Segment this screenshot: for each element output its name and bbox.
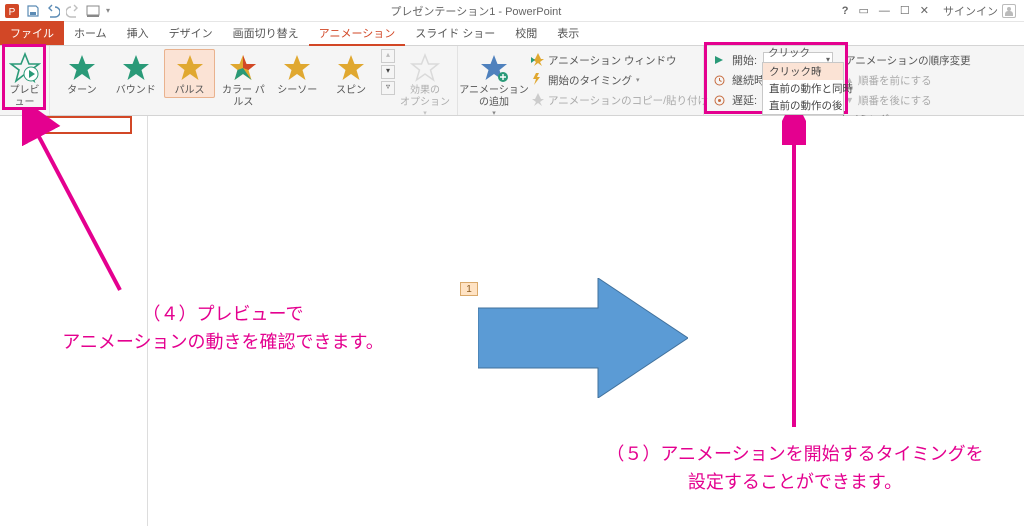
star-multicolor-icon bbox=[227, 52, 259, 84]
effect-seesaw[interactable]: シーソー bbox=[271, 49, 323, 98]
group-preview: プレビュー ▾ プレビュー bbox=[0, 46, 50, 115]
tab-home[interactable]: ホーム bbox=[64, 21, 117, 45]
gallery-up-icon[interactable]: ▴ bbox=[381, 49, 395, 63]
minimize-icon[interactable]: — bbox=[879, 5, 890, 17]
move-later-button: ▼ 順番を後にする bbox=[845, 91, 971, 109]
reorder-title: アニメーションの順序変更 bbox=[845, 51, 971, 69]
note-4: （４）プレビューで アニメーションの動きを確認できます。 bbox=[38, 300, 408, 356]
ribbon-display-options-icon[interactable]: ▭ bbox=[859, 4, 869, 17]
start-dropdown[interactable]: クリック時 直前の動作と同時 直前の動作の後 bbox=[762, 62, 844, 115]
tab-transitions[interactable]: 画面切り替え bbox=[223, 21, 309, 45]
triangle-down-icon: ▼ bbox=[845, 95, 854, 105]
star-icon bbox=[174, 52, 206, 84]
add-star-icon bbox=[478, 52, 510, 84]
tab-slideshow[interactable]: スライド ショー bbox=[405, 21, 505, 45]
tab-view[interactable]: 表示 bbox=[547, 21, 589, 45]
dropdown-option[interactable]: 直前の動作と同時 bbox=[763, 80, 843, 97]
gallery-scroll: ▴ ▾ ▿ bbox=[381, 49, 395, 95]
animation-order-tag[interactable]: 1 bbox=[460, 282, 478, 296]
star-icon bbox=[66, 52, 98, 84]
sign-in-label: サインイン bbox=[943, 3, 998, 19]
sign-in-link[interactable]: サインイン bbox=[943, 3, 1016, 19]
effect-color-pulse[interactable]: カラー パルス bbox=[217, 49, 269, 110]
tab-insert[interactable]: 挿入 bbox=[117, 21, 159, 45]
group-advanced: アニメーション の追加 ▾ アニメーション ウィンドウ 開始のタイミング ▾ ア… bbox=[458, 46, 704, 115]
undo-icon[interactable] bbox=[46, 4, 60, 18]
gallery-more-icon[interactable]: ▿ bbox=[381, 81, 395, 95]
star-icon bbox=[281, 52, 313, 84]
add-animation-button[interactable]: アニメーション の追加 ▾ bbox=[462, 49, 526, 118]
tab-file-label: ファイル bbox=[10, 25, 54, 41]
ribbon: プレビュー ▾ プレビュー ターン バウンド パルス bbox=[0, 46, 1024, 116]
pane-icon bbox=[530, 52, 544, 69]
animation-painter-button: アニメーションのコピー/貼り付け bbox=[530, 91, 708, 109]
quick-access-toolbar: P ▾ bbox=[0, 3, 110, 19]
effect-turn[interactable]: ターン bbox=[56, 49, 108, 98]
animation-pane-button[interactable]: アニメーション ウィンドウ bbox=[530, 51, 708, 69]
close-icon[interactable]: ✕ bbox=[920, 4, 929, 17]
move-earlier-button: ▲ 順番を前にする bbox=[845, 71, 971, 89]
effect-spin[interactable]: スピン bbox=[325, 49, 377, 98]
star-icon bbox=[120, 52, 152, 84]
tab-design[interactable]: デザイン bbox=[159, 21, 223, 45]
preview-button[interactable]: プレビュー ▾ bbox=[4, 49, 45, 118]
trigger-button[interactable]: 開始のタイミング ▾ bbox=[530, 71, 708, 89]
group-animation: ターン バウンド パルス カラー パルス シーソー bbox=[50, 46, 458, 115]
ribbon-tab-strip: ファイル ホーム 挿入 デザイン 画面切り替え アニメーション スライド ショー… bbox=[0, 22, 1024, 46]
title-bar: P ▾ プレゼンテーション1 - PowerPoint ? ▭ — ☐ ✕ サイ… bbox=[0, 0, 1024, 22]
trigger-icon bbox=[530, 72, 544, 89]
app-title: プレゼンテーション1 - PowerPoint bbox=[110, 3, 842, 19]
delay-icon bbox=[712, 95, 726, 106]
arrow-shape[interactable] bbox=[478, 278, 688, 401]
effect-bound[interactable]: バウンド bbox=[110, 49, 162, 98]
powerpoint-icon: P bbox=[4, 3, 20, 19]
help-icon[interactable]: ? bbox=[842, 5, 849, 17]
dropdown-option[interactable]: 直前の動作の後 bbox=[763, 97, 843, 114]
preview-button-label: プレビュー bbox=[7, 85, 42, 109]
redo-icon[interactable] bbox=[66, 4, 80, 18]
group-timing: 開始: クリック時 ▾ 継続時間: 遅延: アニメーションの順序変更 bbox=[704, 46, 1024, 115]
start-from-beginning-icon[interactable] bbox=[86, 4, 100, 18]
painter-icon bbox=[530, 92, 544, 109]
preview-star-icon bbox=[9, 52, 41, 84]
slide-thumbnail[interactable] bbox=[24, 116, 132, 134]
star-icon bbox=[335, 52, 367, 84]
dropdown-option[interactable]: クリック時 bbox=[763, 63, 843, 80]
tab-review[interactable]: 校閲 bbox=[505, 21, 547, 45]
reorder-column: アニメーションの順序変更 ▲ 順番を前にする ▼ 順番を後にする bbox=[843, 49, 973, 109]
note-5: （５）アニメーションを開始するタイミングを 設定することができます。 bbox=[580, 440, 1010, 496]
window-controls: ? ▭ — ☐ ✕ サインイン bbox=[842, 3, 1024, 19]
clock-icon bbox=[712, 75, 726, 86]
effect-options-button: 効果の オプション ▾ bbox=[397, 49, 453, 118]
tab-animations[interactable]: アニメーション bbox=[309, 22, 406, 46]
gallery-down-icon[interactable]: ▾ bbox=[381, 65, 395, 79]
svg-text:P: P bbox=[9, 7, 16, 18]
star-outline-icon bbox=[409, 52, 441, 84]
save-icon[interactable] bbox=[26, 4, 40, 18]
tab-file[interactable]: ファイル bbox=[0, 21, 64, 45]
maximize-icon[interactable]: ☐ bbox=[900, 4, 910, 17]
avatar-icon bbox=[1002, 4, 1016, 18]
effect-pulse[interactable]: パルス bbox=[164, 49, 216, 98]
play-icon bbox=[712, 55, 726, 65]
